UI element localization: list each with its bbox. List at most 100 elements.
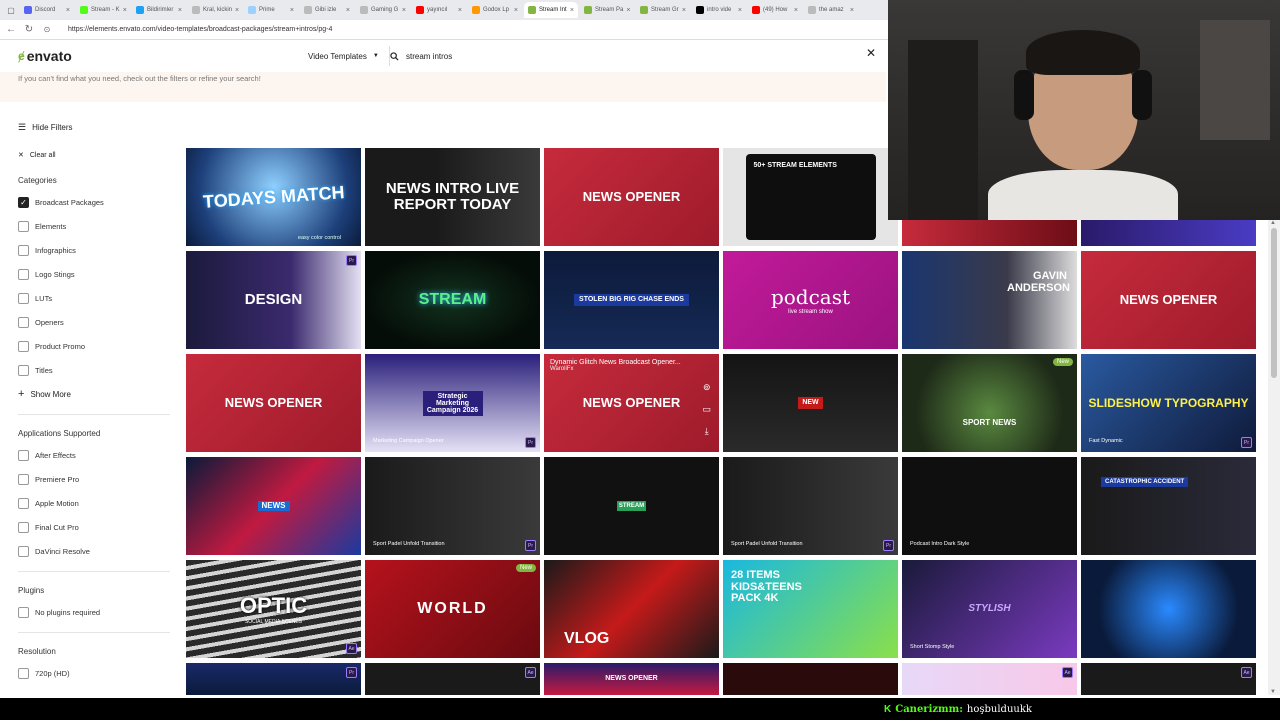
browser-tab[interactable]: Godox Lp × [468,2,522,18]
tab-close-icon[interactable]: × [570,7,574,14]
checkbox[interactable] [18,340,29,352]
tab-close-icon[interactable]: × [346,7,350,14]
back-icon[interactable]: ← [6,24,16,35]
result-tile[interactable] [723,663,898,695]
result-tile[interactable]: SPORT NEWS New [902,354,1077,452]
result-tile[interactable]: Sport Padel Unfold Transition Pr [723,457,898,555]
tab-close-icon[interactable]: × [235,7,239,14]
page-scrollbar[interactable]: ▲ ▼ [1268,220,1280,695]
tile-hover-author[interactable]: WaroliFx [550,366,681,372]
checkbox[interactable] [18,521,29,533]
browser-tab[interactable]: Stream Pa × [580,2,634,18]
category-option[interactable]: ✓ Broadcast Packages [18,190,178,214]
result-tile[interactable]: CATASTROPHIC ACCIDENT [1081,457,1256,555]
application-option[interactable]: Apple Motion [18,491,178,515]
scroll-up-icon[interactable]: ▲ [1270,220,1276,226]
category-option[interactable]: Openers [18,310,178,334]
tab-close-icon[interactable]: × [850,7,854,14]
application-option[interactable]: Premiere Pro [18,467,178,491]
tab-close-icon[interactable]: × [682,7,686,14]
result-tile[interactable]: STOLEN BIG RIG CHASE ENDS [544,251,719,349]
checkbox[interactable] [18,316,29,328]
reload-icon[interactable]: ↻ [24,24,34,35]
tab-close-icon[interactable]: × [290,7,294,14]
tab-close-icon[interactable]: × [402,7,406,14]
browser-tab[interactable]: yayıncıl × [412,2,466,18]
result-tile[interactable] [1081,560,1256,658]
result-tile[interactable]: DESIGN Pr [186,251,361,349]
browser-tab[interactable]: Discord × [20,2,74,18]
result-tile[interactable]: SLIDESHOW TYPOGRAPHY Fast Dynamic Pr [1081,354,1256,452]
category-dropdown[interactable]: Video Templates ▼ [298,46,390,66]
show-more-button[interactable]: + Show More [18,382,178,406]
application-option[interactable]: DaVinci Resolve [18,539,178,563]
browser-tab[interactable]: Stream Gr × [636,2,690,18]
result-tile[interactable]: Strategic Marketing Campaign 2026 Market… [365,354,540,452]
checkbox[interactable] [18,244,29,256]
result-tile[interactable]: Ae [365,663,540,695]
result-tile[interactable]: Sport Padel Unfold Transition Pr [365,457,540,555]
tab-close-icon[interactable]: × [458,7,462,14]
checkbox[interactable] [18,449,29,461]
result-tile[interactable]: STREAM [365,251,540,349]
tab-close-icon[interactable]: × [66,7,70,14]
result-tile[interactable]: NEW [723,354,898,452]
result-tile[interactable]: STREAM [544,457,719,555]
download-icon[interactable]: ⤓ [702,426,711,437]
tile-hover-title[interactable]: Dynamic Glitch News Broadcast Opener... [550,359,681,366]
result-tile[interactable]: 28 ITEMS KIDS&TEENS PACK 4K [723,560,898,658]
checkbox[interactable] [18,220,29,232]
category-option[interactable]: LUTs [18,286,178,310]
category-option[interactable]: Logo Stings [18,262,178,286]
checkbox[interactable] [18,473,29,485]
result-tile[interactable]: Ae [1081,663,1256,695]
result-tile[interactable]: Pr [186,663,361,695]
result-tile[interactable]: OPTIC SOCIAL MEDIA SCENES Ae [186,560,361,658]
tab-search-icon[interactable]: ▢ [4,6,18,15]
tab-close-icon[interactable]: × [123,7,127,14]
checkbox[interactable] [18,667,29,679]
browser-tab[interactable]: Gibi izle × [300,2,354,18]
tab-close-icon[interactable]: × [626,7,630,14]
result-tile[interactable]: NEWS OPENER [186,354,361,452]
result-tile[interactable]: NEWS [186,457,361,555]
similar-items-icon[interactable]: ⊚ [702,382,711,393]
hide-filters-button[interactable]: ☰ Hide Filters [18,118,178,136]
resolution-option[interactable]: 720p (HD) [18,661,178,685]
checkbox[interactable] [18,364,29,376]
checkbox[interactable] [18,497,29,509]
result-tile[interactable]: TODAYS MATCH easy color control [186,148,361,246]
category-option[interactable]: Infographics [18,238,178,262]
envato-logo[interactable]: ɇ envato [18,48,72,64]
clear-all-button[interactable]: ✕ Clear all [18,148,178,162]
category-option[interactable]: Titles [18,358,178,382]
application-option[interactable]: After Effects [18,443,178,467]
application-option[interactable]: Final Cut Pro [18,515,178,539]
browser-tab[interactable]: Stream - K × [76,2,130,18]
browser-tab[interactable]: Bildirimler × [132,2,186,18]
result-tile[interactable]: GAVIN ANDERSON [902,251,1077,349]
checkbox[interactable] [18,606,29,618]
result-tile[interactable]: Ae [902,663,1077,695]
browser-tab[interactable]: Kral, kickin × [188,2,242,18]
checkbox[interactable] [18,292,29,304]
browser-tab[interactable]: (49) How × [748,2,802,18]
result-tile[interactable]: NEWS INTRO LIVE REPORT TODAY [365,148,540,246]
result-tile[interactable]: STYLISH Short Stomp Style [902,560,1077,658]
browser-tab[interactable]: the amaz × [804,2,858,18]
result-tile[interactable]: NEWS OPENER [1081,251,1256,349]
clear-search-icon[interactable]: ✕ [866,46,876,60]
result-tile[interactable]: VLOG [544,560,719,658]
checkbox[interactable] [18,268,29,280]
site-info-icon[interactable]: ⊙ [42,25,52,34]
browser-tab[interactable]: Stream Int × [524,2,578,18]
plugin-option[interactable]: No plugins required [18,600,178,624]
scroll-down-icon[interactable]: ▼ [1270,689,1276,695]
result-tile[interactable]: WORLD New [365,560,540,658]
result-tile-hovered[interactable]: Dynamic Glitch News Broadcast Opener... … [544,354,719,452]
browser-tab[interactable]: Gaming G × [356,2,410,18]
scrollbar-thumb[interactable] [1271,228,1277,378]
category-option[interactable]: Elements [18,214,178,238]
tab-close-icon[interactable]: × [738,7,742,14]
bookmark-icon[interactable]: ▭ [702,404,711,415]
